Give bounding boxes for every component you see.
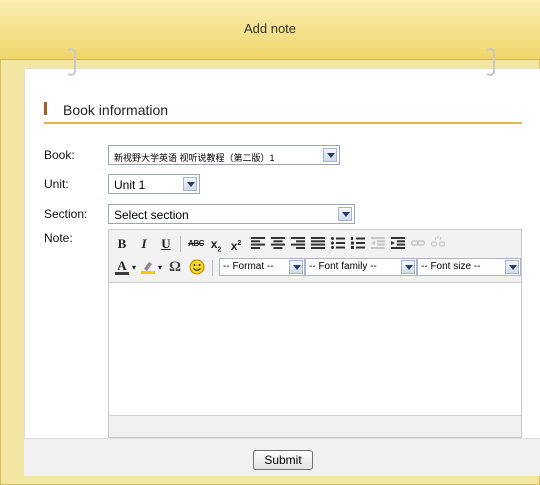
font-size-select[interactable]: -- Font size --	[417, 258, 521, 276]
smiley-icon[interactable]	[189, 259, 205, 275]
unit-label: Unit:	[44, 177, 69, 191]
align-center-icon[interactable]	[271, 237, 285, 249]
section-label: Section:	[44, 207, 88, 221]
section-select[interactable]: Select section	[108, 204, 355, 224]
chevron-down-icon	[401, 260, 415, 274]
strikethrough-button[interactable]: ABC	[186, 235, 206, 253]
font-color-button[interactable]: A	[115, 259, 129, 275]
dialog-header: Add note	[0, 0, 540, 60]
link-icon[interactable]	[411, 237, 425, 249]
book-select[interactable]: 新视野大学英语 视听说教程（第二版）1	[108, 145, 340, 165]
highlight-color-icon[interactable]	[141, 260, 155, 274]
toolbar-separator	[180, 236, 181, 252]
font-family-select-value: -- Font family --	[309, 261, 377, 272]
unit-select-value: Unit 1	[114, 178, 146, 192]
section-heading: Book information	[44, 100, 522, 124]
binder-ring-left-icon	[66, 48, 76, 76]
align-justify-icon[interactable]	[311, 237, 325, 249]
editor-status-bar	[109, 415, 521, 437]
subscript-button[interactable]: x2	[208, 235, 224, 253]
bold-button[interactable]: B	[115, 235, 129, 253]
section-title: Book information	[63, 102, 169, 118]
note-editor-content[interactable]	[109, 283, 521, 415]
numbered-list-icon[interactable]	[351, 237, 365, 249]
binder-ring-right-icon	[485, 48, 495, 76]
superscript-button[interactable]: x2	[228, 235, 244, 253]
underline-button[interactable]: U	[159, 235, 173, 253]
chevron-down-icon	[505, 260, 519, 274]
book-label: Book:	[44, 148, 75, 162]
section-marker-icon	[44, 102, 47, 115]
font-size-select-value: -- Font size --	[421, 261, 481, 272]
italic-button[interactable]: I	[137, 235, 151, 253]
highlight-dropdown-icon[interactable]: ▾	[156, 259, 164, 277]
chevron-down-icon	[183, 177, 197, 191]
align-left-icon[interactable]	[251, 237, 265, 249]
dialog-title: Add note	[243, 21, 297, 36]
unit-select[interactable]: Unit 1	[108, 174, 200, 194]
outdent-icon[interactable]	[371, 237, 385, 249]
special-character-button[interactable]: Ω	[167, 258, 183, 276]
toolbar-separator	[212, 260, 213, 276]
submit-button[interactable]: Submit	[253, 450, 313, 470]
chevron-down-icon	[323, 148, 337, 162]
book-select-value: 新视野大学英语 视听说教程（第二版）1	[114, 153, 275, 163]
indent-icon[interactable]	[391, 237, 405, 249]
align-right-icon[interactable]	[291, 237, 305, 249]
format-select-value: -- Format --	[223, 261, 274, 272]
editor-toolbar: B I U ABC x2 x2 A ▾ ▾ Ω -- Format -- -- …	[109, 230, 521, 283]
section-select-value: Select section	[114, 208, 189, 222]
font-color-dropdown-icon[interactable]: ▾	[130, 259, 138, 277]
chevron-down-icon	[289, 260, 303, 274]
bulleted-list-icon[interactable]	[331, 237, 345, 249]
chevron-down-icon	[338, 207, 352, 221]
unlink-icon[interactable]	[431, 236, 445, 250]
format-select[interactable]: -- Format --	[219, 258, 305, 276]
font-family-select[interactable]: -- Font family --	[305, 258, 417, 276]
note-label: Note:	[44, 231, 73, 245]
rich-text-editor: B I U ABC x2 x2 A ▾ ▾ Ω -- Format -- -- …	[108, 229, 522, 438]
